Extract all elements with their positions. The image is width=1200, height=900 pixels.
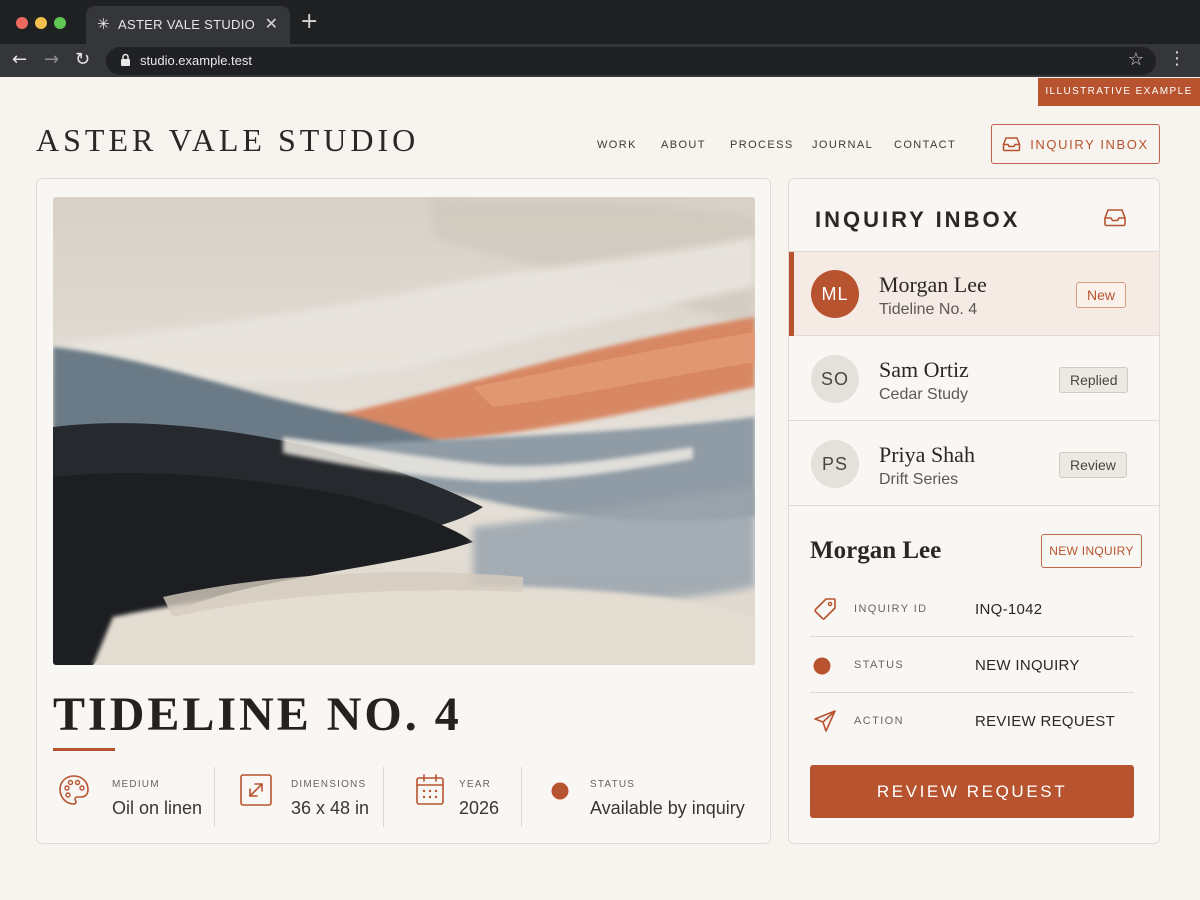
nav-contact[interactable]: CONTACT (894, 139, 964, 151)
lock-icon (121, 53, 130, 66)
status-badge: New (1076, 282, 1127, 308)
spec-value: Oil on linen (112, 798, 203, 818)
tag-icon (814, 598, 836, 620)
review-request-button[interactable]: REVIEW REQUEST (810, 765, 1134, 818)
message-subject: Drift Series (879, 471, 959, 488)
inquiry-inbox-label: INQUIRY INBOX (1030, 136, 1149, 152)
calendar-icon (416, 774, 444, 805)
nav-work[interactable]: WORK (597, 139, 661, 151)
detail-value: REVIEW REQUEST (975, 713, 1116, 730)
inbox-tray-icon[interactable] (1103, 207, 1127, 227)
spec-value: 2026 (459, 798, 500, 818)
detail-label: ACTION (854, 715, 904, 727)
inbox-message-sam-ortiz[interactable]: SO Sam Ortiz Cedar Study Replied (789, 337, 1159, 421)
spec-label: STATUS (590, 779, 636, 790)
inbox-title: INQUIRY INBOX (815, 207, 1021, 232)
detail-row-status: STATUS NEW INQUIRY (810, 637, 1134, 693)
spec-status: STATUS Available by inquiry (551, 767, 756, 827)
browser-tab-bar: ✳ ASTER VALE STUDIO ✕ + (0, 0, 1200, 44)
sender-name: Sam Ortiz (879, 357, 969, 382)
new-inquiry-button[interactable]: NEW INQUIRY (1041, 534, 1142, 568)
inquiry-inbox-panel: INQUIRY INBOX ML Morgan Lee Tideline No.… (788, 178, 1160, 844)
nav-journal[interactable]: JOURNAL (812, 139, 894, 151)
new-tab-icon[interactable]: + (300, 10, 318, 34)
reload-icon[interactable]: ↻ (75, 49, 90, 71)
spec-year: YEAR 2026 (415, 767, 525, 827)
illustrative-ribbon: ILLUSTRATIVE EXAMPLE (1038, 78, 1200, 106)
artwork-title: TIDELINE NO. 4 (53, 688, 462, 741)
sender-name: Morgan Lee (879, 272, 987, 297)
detail-value: INQ-1042 (975, 601, 1043, 618)
detail-row-inquiry-id: INQUIRY ID INQ-1042 (810, 581, 1134, 637)
spec-divider (383, 767, 384, 827)
sparkle-icon: ✳ (97, 15, 110, 33)
maximize-window-icon[interactable] (54, 17, 66, 29)
tab-close-icon[interactable]: ✕ (265, 14, 278, 33)
spec-label: DIMENSIONS (291, 779, 367, 790)
active-indicator (789, 252, 794, 336)
detail-label: INQUIRY ID (854, 603, 928, 615)
title-underline (53, 748, 115, 751)
main-nav: WORK ABOUT PROCESS JOURNAL CONTACT (597, 139, 964, 151)
nav-about[interactable]: ABOUT (661, 139, 730, 151)
avatar: ML (811, 270, 859, 318)
minimize-window-icon[interactable] (35, 17, 47, 29)
detail-label: STATUS (854, 659, 905, 671)
forward-icon[interactable]: → (44, 49, 59, 71)
abstract-painting (53, 197, 755, 665)
avatar: SO (811, 355, 859, 403)
status-badge: Review (1059, 452, 1127, 478)
bookmark-star-icon[interactable]: ☆ (1128, 49, 1144, 70)
inbox-message-priya-shah[interactable]: PS Priya Shah Drift Series Review (789, 422, 1159, 506)
detail-contact-name: Morgan Lee (810, 537, 942, 564)
inbox-message-morgan-lee[interactable]: ML Morgan Lee Tideline No. 4 New (789, 252, 1159, 336)
address-bar: ← → ↻ studio.example.test ☆ ⋮ (0, 44, 1200, 77)
status-dot-icon (813, 657, 831, 675)
browser-tab[interactable]: ✳ ASTER VALE STUDIO ✕ (86, 6, 290, 44)
url-field[interactable]: studio.example.test ☆ (106, 47, 1156, 75)
inbox-header: INQUIRY INBOX (789, 179, 1159, 252)
message-subject: Tideline No. 4 (879, 301, 978, 318)
spec-value: 36 x 48 in (291, 798, 370, 818)
spec-divider (214, 767, 215, 827)
spec-divider (521, 767, 522, 827)
spec-dimensions: DIMENSIONS 36 x 48 in (239, 767, 389, 827)
brand-logo[interactable]: ASTER VALE STUDIO (36, 122, 419, 159)
artwork-image[interactable] (53, 197, 755, 665)
nav-process[interactable]: PROCESS (730, 139, 812, 151)
send-icon (814, 710, 836, 732)
status-badge: Replied (1059, 367, 1129, 393)
detail-value: NEW INQUIRY (975, 657, 1080, 674)
spec-label: YEAR (459, 779, 492, 790)
sender-name: Priya Shah (879, 442, 975, 467)
status-dot-icon (551, 782, 569, 800)
browser-menu-icon[interactable]: ⋮ (1168, 48, 1186, 70)
inquiry-inbox-button[interactable]: INQUIRY INBOX (991, 124, 1160, 164)
spec-medium: MEDIUM Oil on linen (57, 767, 217, 827)
avatar: PS (811, 440, 859, 488)
palette-icon (59, 775, 89, 805)
spec-label: MEDIUM (112, 779, 160, 790)
message-subject: Cedar Study (879, 386, 968, 403)
artwork-card: TIDELINE NO. 4 MEDIUM Oil on linen DIMEN… (36, 178, 771, 844)
detail-row-action: ACTION REVIEW REQUEST (810, 693, 1134, 749)
inbox-tray-icon (1002, 137, 1021, 152)
resize-icon (240, 774, 272, 806)
close-window-icon[interactable] (16, 17, 28, 29)
url-text: studio.example.test (140, 53, 253, 68)
tab-title: ASTER VALE STUDIO (118, 17, 256, 32)
back-icon[interactable]: ← (12, 49, 27, 71)
spec-value: Available by inquiry (590, 798, 745, 818)
